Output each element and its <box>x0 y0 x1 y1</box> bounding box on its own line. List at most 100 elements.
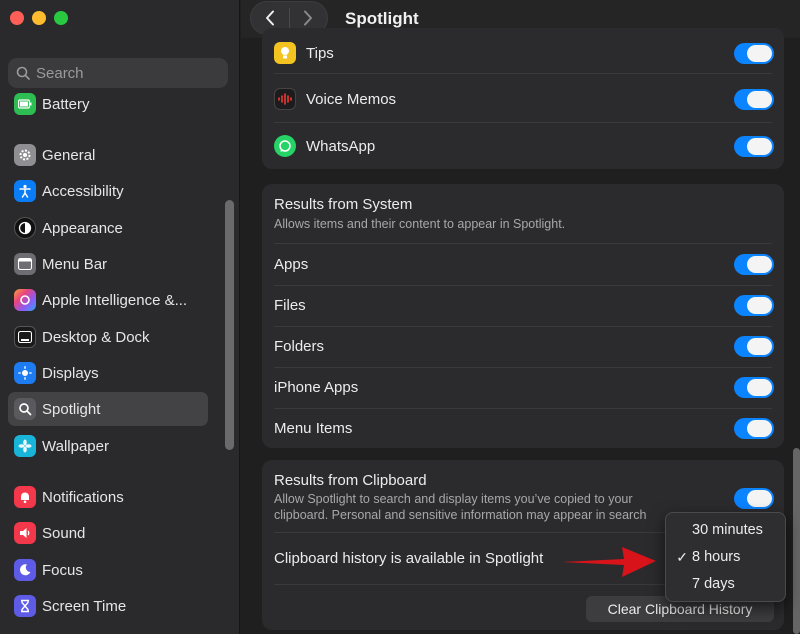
close-window-button[interactable] <box>10 11 24 25</box>
system-row-folders: Folders <box>262 326 784 367</box>
toggle-tips[interactable] <box>734 43 774 64</box>
system-row-apps: Apps <box>262 244 784 285</box>
row-label: Files <box>274 297 306 314</box>
sidebar-item-general[interactable]: General <box>8 138 208 172</box>
menu-item-30-minutes[interactable]: 30 minutes <box>666 517 787 543</box>
toggle-voice-memos[interactable] <box>734 89 774 110</box>
app-label: WhatsApp <box>306 137 376 155</box>
divider <box>274 73 772 74</box>
sidebar-item-label: Notifications <box>42 488 124 506</box>
sidebar-item-label: Accessibility <box>42 182 124 200</box>
sidebar-item-wallpaper[interactable]: Wallpaper <box>8 429 208 463</box>
notifications-icon <box>14 486 36 508</box>
sidebar-item-displays[interactable]: Displays <box>8 356 208 390</box>
page-title: Spotlight <box>345 9 419 28</box>
menu-item-label: 30 minutes <box>692 522 763 538</box>
section-description: Allow Spotlight to search and display it… <box>274 492 647 522</box>
appearance-icon <box>14 217 36 239</box>
menu-item-label: 8 hours <box>692 549 741 565</box>
displays-icon <box>14 362 36 384</box>
sidebar-item-label: Focus <box>42 561 83 579</box>
app-row-voice-memos: Voice Memos <box>262 79 784 119</box>
sidebar-item-label: Screen Time <box>42 597 127 615</box>
sidebar-item-label: Battery <box>42 95 90 113</box>
whatsapp-icon <box>274 135 296 157</box>
search-placeholder: Search <box>36 64 84 82</box>
app-label: Tips <box>306 44 334 62</box>
system-row-iphone-apps: iPhone Apps <box>262 367 784 408</box>
sidebar-item-screen-time[interactable]: Screen Time <box>8 589 208 623</box>
sidebar-item-sound[interactable]: Sound <box>8 516 208 550</box>
gear-icon <box>14 144 36 166</box>
results-from-system-card: Results from System Allows items and the… <box>262 184 784 448</box>
sound-icon <box>14 522 36 544</box>
row-label: iPhone Apps <box>274 379 359 396</box>
sidebar-item-spotlight[interactable]: Spotlight <box>8 392 208 426</box>
sidebar-item-label: General <box>42 146 96 164</box>
section-title: Results from System <box>274 196 413 213</box>
system-row-files: Files <box>262 285 784 326</box>
app-row-whatsapp: WhatsApp <box>262 126 784 166</box>
search-icon <box>16 66 30 80</box>
toggle-apps[interactable] <box>734 254 774 275</box>
toggle-iphone-apps[interactable] <box>734 377 774 398</box>
sidebar-item-label: Spotlight <box>42 400 101 418</box>
content-scrollbar[interactable] <box>793 448 800 634</box>
sidebar-item-label: Displays <box>42 364 99 382</box>
menu-item-8-hours[interactable]: ✓ 8 hours <box>666 544 787 570</box>
search-input[interactable]: Search <box>8 58 228 88</box>
tips-icon <box>274 42 296 64</box>
row-label: Folders <box>274 338 325 355</box>
sidebar-item-appearance[interactable]: Appearance <box>8 211 208 245</box>
toggle-files[interactable] <box>734 295 774 316</box>
sidebar-item-label: Sound <box>42 524 86 542</box>
menu-item-label: 7 days <box>692 576 735 592</box>
toggle-clipboard[interactable] <box>734 488 774 509</box>
sidebar-item-label: Wallpaper <box>42 437 109 455</box>
sidebar-scrollbar[interactable] <box>225 200 234 450</box>
zoom-window-button[interactable] <box>54 11 68 25</box>
sidebar-item-focus[interactable]: Focus <box>8 553 208 587</box>
voice-memos-icon <box>274 88 296 110</box>
sidebar-item-desktop-dock[interactable]: Desktop & Dock <box>8 320 208 354</box>
apple-intelligence-icon <box>14 289 36 311</box>
menu-bar-icon <box>14 253 36 275</box>
annotation-arrow-icon <box>562 547 656 577</box>
toggle-folders[interactable] <box>734 336 774 357</box>
toggle-menu-items[interactable] <box>734 418 774 439</box>
desktop-dock-icon <box>14 326 36 348</box>
section-title: Results from Clipboard <box>274 472 427 489</box>
sidebar-item-battery[interactable]: Battery <box>8 87 208 121</box>
sidebar: Search Battery General Accessibility App… <box>0 0 240 634</box>
row-label: Menu Items <box>274 420 353 437</box>
sidebar-item-label: Appearance <box>42 219 123 237</box>
chevron-right-icon <box>304 10 313 26</box>
sidebar-item-label: Menu Bar <box>42 255 108 273</box>
sidebar-item-accessibility[interactable]: Accessibility <box>8 174 208 208</box>
clipboard-duration-menu: 30 minutes ✓ 8 hours 7 days <box>665 512 786 602</box>
minimize-window-button[interactable] <box>32 11 46 25</box>
system-settings-window: Search Battery General Accessibility App… <box>0 0 800 634</box>
sidebar-item-label: Desktop & Dock <box>42 328 150 346</box>
system-row-menu-items: Menu Items <box>262 408 784 449</box>
toggle-whatsapp[interactable] <box>734 136 774 157</box>
menu-item-7-days[interactable]: 7 days <box>666 571 787 597</box>
window-controls <box>10 11 68 25</box>
spotlight-icon <box>14 398 36 420</box>
apps-card: Tips Voice Memos WhatsApp <box>262 28 784 169</box>
sidebar-item-apple-intelligence[interactable]: Apple Intelligence &... <box>8 283 208 317</box>
sidebar-item-notifications[interactable]: Notifications <box>8 480 208 514</box>
app-row-tips: Tips <box>262 38 784 68</box>
divider <box>274 122 772 123</box>
app-label: Voice Memos <box>306 90 397 108</box>
section-description: Allows items and their content to appear… <box>274 217 566 231</box>
screen-time-icon <box>14 595 36 617</box>
battery-icon <box>14 93 36 115</box>
focus-icon <box>14 559 36 581</box>
sidebar-item-menu-bar[interactable]: Menu Bar <box>8 247 208 281</box>
wallpaper-icon <box>14 435 36 457</box>
checkmark-icon: ✓ <box>676 548 688 565</box>
sidebar-item-label: Apple Intelligence &... <box>42 291 188 309</box>
accessibility-icon <box>14 180 36 202</box>
row-label: Apps <box>274 256 309 273</box>
